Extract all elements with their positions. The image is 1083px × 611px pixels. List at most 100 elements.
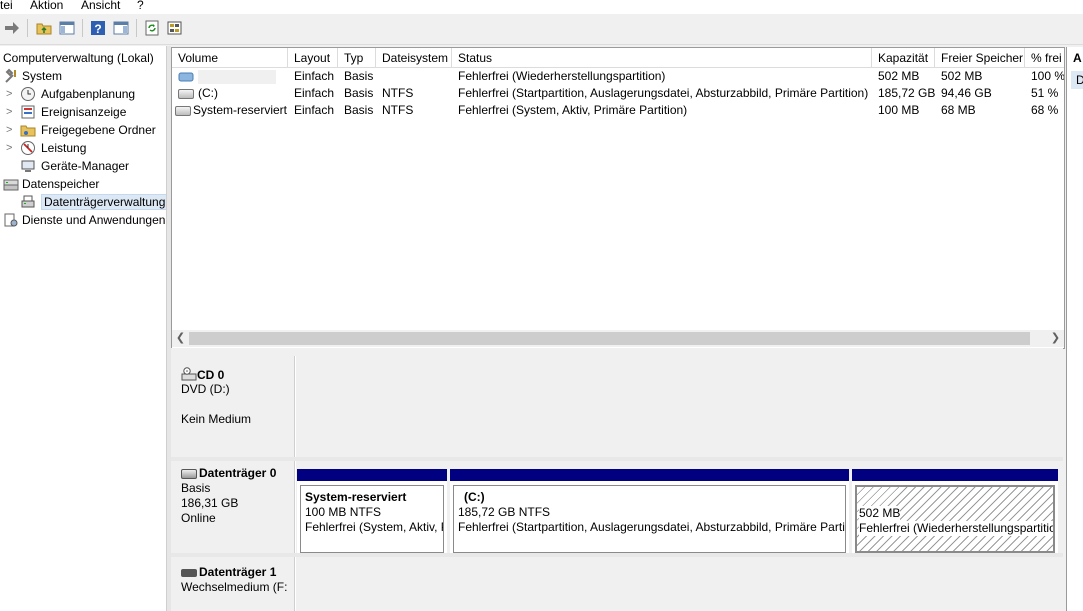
refresh-icon[interactable] [144, 20, 160, 36]
toolbar-separator [82, 19, 83, 37]
disk-row-disk1: Datenträger 1 Wechselmedium (F: [171, 557, 1063, 611]
disk-row-disk0: Datenträger 0 Basis 186,31 GB Online Sys… [171, 461, 1063, 555]
partition-type-bar [852, 469, 1058, 481]
menu-action[interactable]: Aktion [30, 0, 63, 12]
volume-list: Volume Layout Typ Dateisystem Status Kap… [171, 47, 1065, 349]
column-free-space[interactable]: Freier Speicher [935, 48, 1025, 67]
hard-disk-icon [181, 468, 197, 479]
column-status[interactable]: Status [452, 48, 872, 67]
partition-body: (C:) 185,72 GB NTFS Fehlerfrei (Startpar… [453, 485, 846, 553]
partition-status: Fehlerfrei (Wiederherstellungspartitio [859, 521, 1055, 536]
expand-chevron-icon[interactable]: > [6, 103, 16, 121]
disk-type: Wechselmedium (F: [181, 580, 288, 594]
disk-area-disk0: System-reserviert 100 MB NTFS Fehlerfrei… [296, 461, 1063, 555]
disk-management-icon [21, 195, 35, 208]
disk-size: 186,31 GB [181, 496, 239, 510]
percent-free-cell: 68 % [1031, 103, 1059, 117]
tree-item-computer-management[interactable]: Computerverwaltung (Lokal) [3, 49, 154, 67]
show-hide-tree-icon[interactable] [59, 20, 75, 36]
volume-cell [172, 68, 288, 85]
column-capacity[interactable]: Kapazität [872, 48, 935, 67]
status-cell: Fehlerfrei (Wiederherstellungspartition) [458, 69, 666, 83]
partition-type-bar [450, 469, 849, 481]
partition-body-selected: 502 MB Fehlerfrei (Wiederherstellungspar… [855, 485, 1055, 553]
tree-item-system[interactable]: System [3, 67, 62, 85]
svg-text:?: ? [94, 22, 101, 36]
disk-label-disk0[interactable]: Datenträger 0 Basis 186,31 GB Online [171, 461, 295, 553]
disk-name: Datenträger 0 [181, 466, 276, 481]
column-type[interactable]: Typ [338, 48, 376, 67]
type-cell: Basis [344, 86, 374, 100]
action-pane-title: A [1073, 51, 1082, 65]
disk-area-cd0 [296, 356, 1063, 457]
table-row[interactable]: System-reserviert Einfach Basis NTFS Feh… [172, 102, 1064, 119]
expand-chevron-icon[interactable]: > [6, 85, 16, 103]
expand-chevron-icon[interactable]: > [6, 139, 16, 157]
partition-system-reserved[interactable]: System-reserviert 100 MB NTFS Fehlerfrei… [297, 469, 447, 555]
action-pane-item[interactable]: D [1071, 71, 1083, 89]
partition-recovery[interactable]: 502 MB Fehlerfrei (Wiederherstellungspar… [852, 469, 1058, 555]
partition-type-bar [297, 469, 447, 481]
horizontal-scrollbar[interactable]: ❮ ❯ [172, 330, 1064, 347]
menu-file[interactable]: tei [0, 0, 13, 12]
scroll-right-arrow-icon[interactable]: ❯ [1047, 330, 1064, 347]
help-icon[interactable]: ? [90, 20, 106, 36]
column-layout[interactable]: Layout [288, 48, 338, 67]
services-icon [4, 213, 18, 227]
scrollbar-thumb[interactable] [189, 332, 1030, 345]
percent-free-cell: 51 % [1031, 86, 1059, 100]
expand-chevron-icon[interactable]: > [6, 121, 16, 139]
volume-cell: System-reserviert [172, 102, 288, 119]
removable-disk-icon [181, 568, 197, 577]
tree-item-performance[interactable]: > Leistung [0, 139, 166, 157]
table-row[interactable]: (C:) Einfach Basis NTFS Fehlerfrei (Star… [172, 85, 1064, 102]
type-cell: Basis [344, 69, 374, 83]
up-folder-icon[interactable] [36, 20, 52, 36]
tree-item-device-manager[interactable]: Geräte-Manager [0, 157, 166, 175]
tree-item-task-scheduler[interactable]: > Aufgabenplanung [0, 85, 166, 103]
filesystem-cell [376, 68, 452, 85]
tree-item-services-applications[interactable]: Dienste und Anwendungen [3, 211, 165, 229]
layout-cell: Einfach [294, 86, 335, 100]
partition-body: System-reserviert 100 MB NTFS Fehlerfrei… [300, 485, 444, 553]
disk-label-cd0[interactable]: CD 0 DVD (D:) Kein Medium [171, 356, 295, 457]
tree-item-event-viewer[interactable]: > Ereignisanzeige [0, 103, 166, 121]
export-list-icon[interactable] [167, 20, 183, 36]
column-percent-free[interactable]: % frei [1025, 48, 1064, 67]
filesystem-cell: NTFS [382, 103, 414, 117]
toolbar-separator [27, 19, 28, 37]
disk-type: Basis [181, 481, 211, 495]
filesystem-cell: NTFS [382, 86, 414, 100]
cd-drive-icon [181, 367, 197, 381]
capacity-cell: 502 MB [878, 69, 920, 83]
disk-layout-pane: CD 0 DVD (D:) Kein Medium Datenträger 0 … [171, 356, 1063, 611]
disk-online-status: Online [181, 511, 216, 525]
column-volume[interactable]: Volume [172, 48, 288, 67]
layout-cell: Einfach [294, 69, 335, 83]
volume-list-header: Volume Layout Typ Dateisystem Status Kap… [172, 48, 1064, 68]
table-row[interactable]: Einfach Basis Fehlerfrei (Wiederherstell… [172, 68, 1064, 85]
partition-c[interactable]: (C:) 185,72 GB NTFS Fehlerfrei (Startpar… [450, 469, 849, 555]
partition-title: System-reserviert [305, 490, 407, 504]
menu-help[interactable]: ? [137, 0, 144, 12]
partition-status: Fehlerfrei (Startpartition, Auslagerungs… [458, 520, 846, 534]
scroll-left-arrow-icon[interactable]: ❮ [172, 330, 189, 347]
show-hide-action-pane-icon[interactable] [113, 20, 129, 36]
storage-icon [3, 179, 19, 191]
event-viewer-icon [21, 105, 35, 119]
tree-item-storage[interactable]: Datenspeicher [3, 175, 99, 193]
menu-bar: tei Aktion Ansicht ? [0, 0, 1083, 14]
partition-status: Fehlerfrei (System, Aktiv, P [305, 520, 444, 534]
tree-item-shared-folders[interactable]: > Freigegebene Ordner [0, 121, 166, 139]
disk-media-status: Kein Medium [181, 412, 252, 426]
drive-icon [178, 88, 194, 99]
column-filesystem[interactable]: Dateisystem [376, 48, 452, 67]
action-pane: A D [1066, 47, 1083, 611]
menu-view[interactable]: Ansicht [81, 0, 120, 12]
horizontal-splitter[interactable] [171, 348, 1063, 356]
layout-cell: Einfach [294, 103, 335, 117]
tree-item-disk-management[interactable]: Datenträgerverwaltung [0, 193, 166, 211]
disk-label-disk1[interactable]: Datenträger 1 Wechselmedium (F: [171, 557, 295, 611]
forward-arrow-icon[interactable] [4, 20, 20, 36]
free-space-cell: 502 MB [941, 69, 983, 83]
